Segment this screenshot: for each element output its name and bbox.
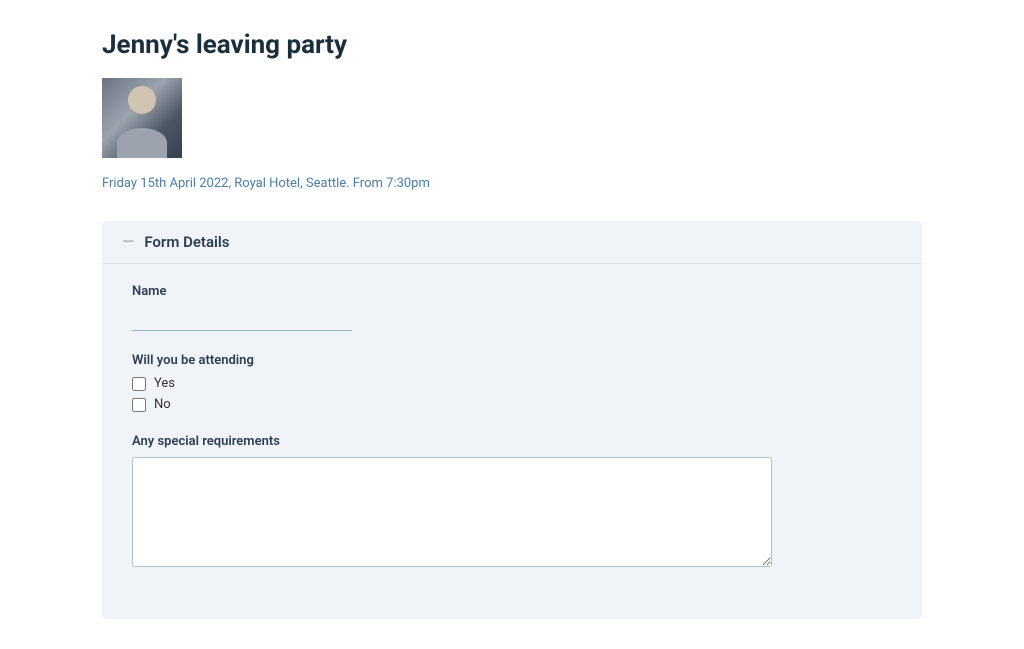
name-field: Name <box>132 284 892 331</box>
requirements-textarea[interactable] <box>132 457 772 567</box>
form-section: — Form Details Name Will you be attendin… <box>102 221 922 619</box>
event-title: Jenny's leaving party <box>102 30 922 60</box>
attending-yes-checkbox[interactable] <box>132 377 146 391</box>
attending-no-checkbox[interactable] <box>132 398 146 412</box>
collapse-icon[interactable]: — <box>122 234 134 250</box>
page-wrapper: Jenny's leaving party Friday 15th April … <box>62 0 962 649</box>
attending-yes-option[interactable]: Yes <box>132 376 892 391</box>
attending-no-label: No <box>154 397 171 412</box>
name-input[interactable] <box>132 307 352 331</box>
attending-yes-label: Yes <box>154 376 175 391</box>
event-image <box>102 78 182 158</box>
attending-label: Will you be attending <box>132 353 892 368</box>
event-image-placeholder <box>102 78 182 158</box>
name-label: Name <box>132 284 892 299</box>
form-body: Name Will you be attending Yes No <box>102 264 922 619</box>
form-section-header: — Form Details <box>102 221 922 264</box>
attending-options: Yes No <box>132 376 892 412</box>
attending-field: Will you be attending Yes No <box>132 353 892 412</box>
requirements-label: Any special requirements <box>132 434 892 449</box>
attending-no-option[interactable]: No <box>132 397 892 412</box>
form-section-title: Form Details <box>144 233 229 251</box>
requirements-field: Any special requirements <box>132 434 892 567</box>
event-date: Friday 15th April 2022, Royal Hotel, Sea… <box>102 176 922 191</box>
